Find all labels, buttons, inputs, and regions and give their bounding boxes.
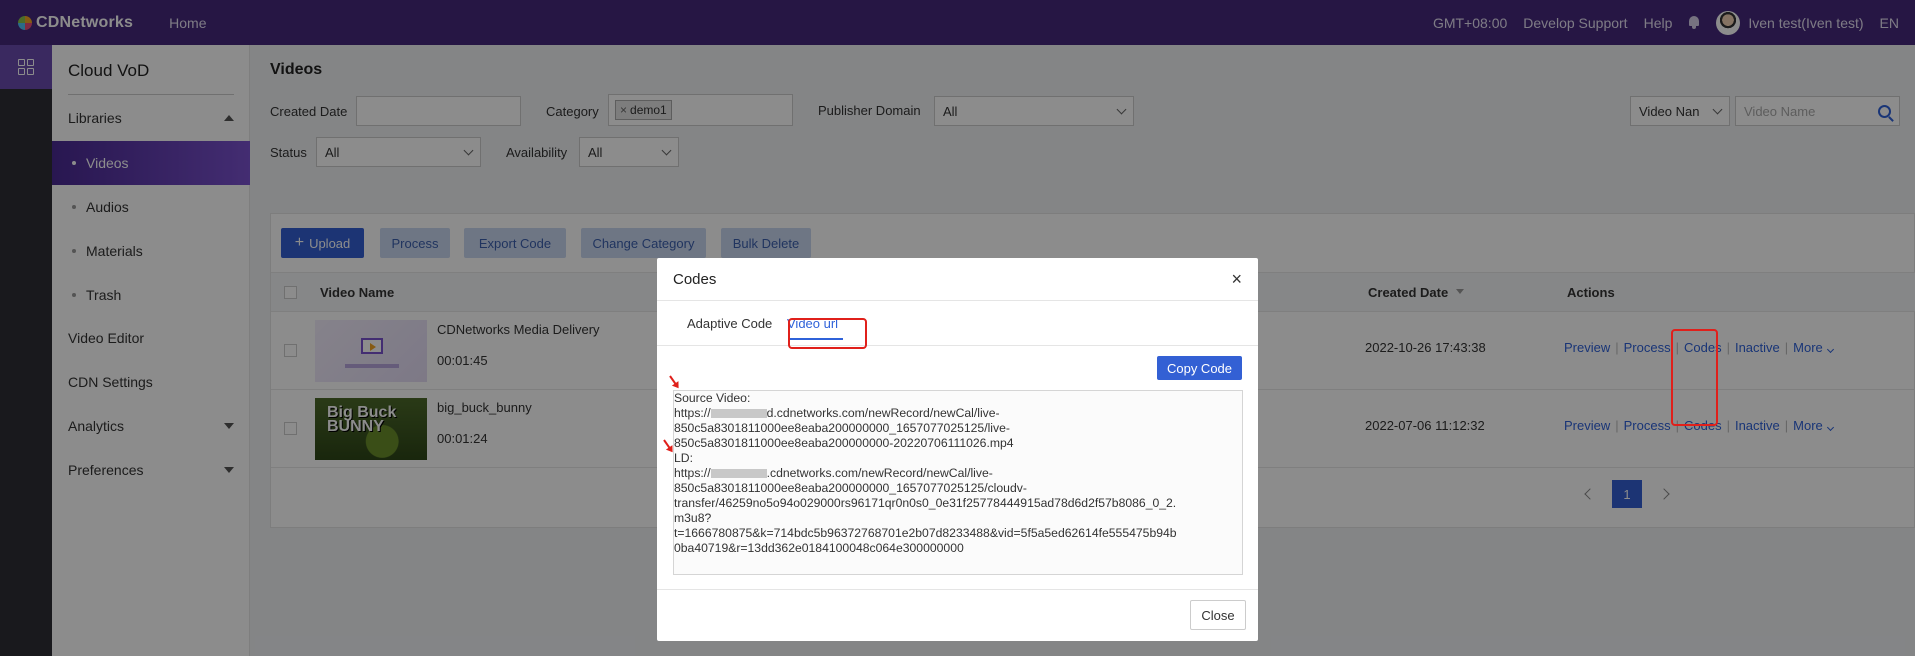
annotation-highlight-codes-links: [1671, 329, 1718, 426]
copy-code-button[interactable]: Copy Code: [1157, 356, 1242, 380]
code-line: m3u8?: [674, 511, 712, 525]
code-line: transfer/46259no5o94o029000rs96171qr0n0s…: [674, 496, 1177, 510]
code-line: t=1666780875&k=714bdc5b96372768701e2b07d…: [674, 526, 1177, 540]
code-line: 850c5a8301811000ee8eaba200000000-2022070…: [674, 436, 1014, 450]
redacted-block: [710, 469, 767, 478]
code-line: https:// .cdnetworks.com/newRecord/newCal…: [674, 466, 1242, 481]
dialog-title: Codes: [673, 271, 717, 288]
code-line: 850c5a8301811000ee8eaba200000000_1657077…: [674, 481, 1027, 495]
code-line: LD:: [674, 451, 693, 465]
dialog-footer-divider: [657, 589, 1258, 590]
code-line: 0ba40719&r=13dd362e0184100048c064e300000…: [674, 541, 964, 555]
code-line: https:// d.cdnetworks.com/newRecord/newCa…: [674, 406, 1242, 421]
code-line-part: d.cdnetworks.com/newRecord/newCal/live-: [766, 406, 1000, 420]
code-textarea[interactable]: Source Video: https:// d.cdnetworks.com/n…: [673, 390, 1243, 575]
tabs-divider: [657, 345, 1258, 346]
code-line: Source Video:: [674, 391, 751, 405]
tab-adaptive-code[interactable]: Adaptive Code: [687, 316, 772, 331]
code-line: 850c5a8301811000ee8eaba200000000_1657077…: [674, 421, 1010, 435]
close-button[interactable]: Close: [1190, 600, 1246, 630]
close-icon[interactable]: ×: [1231, 270, 1242, 288]
code-line-part: .cdnetworks.com/newRecord/newCal/live-: [766, 466, 993, 480]
redacted-block: [710, 409, 767, 418]
annotation-highlight-video-url-tab: [788, 318, 867, 349]
code-line-part: https://: [674, 466, 711, 480]
dialog-header-divider: [657, 300, 1258, 301]
codes-dialog: Codes × Adaptive Code Video url Copy Cod…: [657, 258, 1258, 641]
code-line-part: https://: [674, 406, 711, 420]
